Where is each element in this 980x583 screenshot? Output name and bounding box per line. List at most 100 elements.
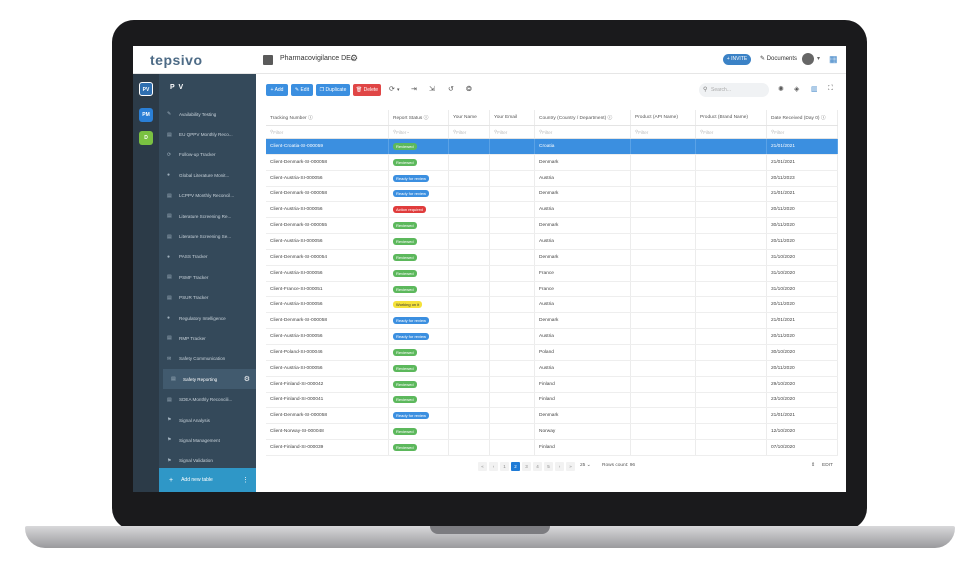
apps-grid-icon[interactable]: ▦ <box>829 54 838 65</box>
add-button[interactable]: + Add <box>266 84 288 96</box>
add-new-table-button[interactable]: + Add new table ⋮ <box>159 468 256 492</box>
columns-icon[interactable]: ▥ <box>811 85 818 93</box>
grid-filter-row: ⚲ Filter ⚲ Filter ⌄ ⚲ Filter ⚲ Filter ⚲ Filt… <box>266 126 838 139</box>
table-row[interactable]: Client-Denmark-SI-000058 Ready for review… <box>266 186 838 203</box>
sidebar-item[interactable]: ● Regulatory Intelligence <box>159 308 256 328</box>
tag-icon[interactable]: ◈ <box>794 85 799 93</box>
column-filter-input[interactable]: ⚲ Filter ⌄ <box>389 126 449 138</box>
page-4[interactable]: 4 <box>533 462 542 471</box>
table-row[interactable]: Client-Denmark-SI-000055 Reviewed Denmark 3… <box>266 218 838 235</box>
rail-item-pv[interactable]: PV <box>139 82 153 96</box>
settings-icon[interactable]: ✺ <box>778 85 784 93</box>
table-row[interactable]: Client-Austria-SI-000056 Ready for review… <box>266 170 838 187</box>
prev-page-icon[interactable]: ‹ <box>489 462 498 471</box>
delete-button[interactable]: 🗑 Delete <box>353 84 381 96</box>
sidebar-item[interactable]: ⚑ Signal Analysis <box>159 410 256 430</box>
sidebar-item[interactable]: ✎ Availability Testing <box>159 104 256 124</box>
sidebar-item[interactable]: ▤ PSMF Tracker <box>159 267 256 287</box>
table-row[interactable]: Client-Finland-SI-000039 Reviewed Finland 0… <box>266 440 838 456</box>
table-row[interactable]: Client-Austria-SI-000056 Ready for review… <box>266 329 838 345</box>
edit-button[interactable]: ✎ Edit <box>291 84 313 96</box>
history-icon[interactable]: ↺ <box>448 85 454 93</box>
page-3[interactable]: 3 <box>522 462 531 471</box>
page-1[interactable]: 1 <box>500 462 509 471</box>
column-filter-input[interactable]: ⚲ Filter <box>696 126 767 138</box>
first-page-icon[interactable]: « <box>478 462 487 471</box>
sidebar-item[interactable]: ▤ PSUR Tracker <box>159 288 256 308</box>
search-input[interactable]: ⚲ Search... <box>699 83 769 97</box>
table-row[interactable]: Client-Austria-SI-000056 Reviewed Austria 2… <box>266 234 838 250</box>
import-icon[interactable]: ⇥ <box>411 85 417 93</box>
column-header[interactable]: Your Name <box>449 110 490 125</box>
table-row[interactable]: Client-France-SI-000051 Reviewed France 31/… <box>266 281 838 298</box>
edit-link[interactable]: EDIT <box>822 463 833 468</box>
chevron-down-icon[interactable]: ⌄ <box>406 129 410 135</box>
product-api-cell <box>631 170 696 186</box>
column-filter-input[interactable]: ⚲ Filter <box>266 126 389 138</box>
table-row[interactable]: Client-Austria-SI-000056 Reviewed Austria 2… <box>266 360 838 377</box>
table-row[interactable]: Client-Denmark-SI-000058 Ready for review… <box>266 408 838 425</box>
sidebar-item[interactable]: ▤ Safety Reporting ⚙ <box>163 369 256 390</box>
your-email-cell <box>490 234 535 249</box>
rail-item-pm[interactable]: PM <box>139 108 153 122</box>
table-row[interactable]: Client-Austria-SI-000056 Working on it Aus… <box>266 297 838 314</box>
refresh-icon[interactable]: ⟳ <box>389 85 395 93</box>
sidebar-item[interactable]: ● PASS Tracker <box>159 247 256 267</box>
page-5[interactable]: 5 <box>544 462 553 471</box>
sidebar-item[interactable]: ● Global Literature Monit... <box>159 165 256 185</box>
gear-icon[interactable]: ⚙ <box>244 375 250 383</box>
sort-icon[interactable]: ⇕ <box>811 463 815 468</box>
column-header[interactable]: Your Email <box>490 110 535 125</box>
table-row[interactable]: Client-Norway-SI-000048 Reviewed Norway 12/… <box>266 424 838 441</box>
webhook-icon[interactable]: ❂ <box>466 85 472 93</box>
app-logo[interactable]: tepsivo <box>150 52 203 68</box>
last-page-icon[interactable]: » <box>566 462 575 471</box>
sidebar-item[interactable]: ▤ EU QPPV Monthly Reco... <box>159 124 256 144</box>
product-api-cell <box>631 249 696 265</box>
sidebar-item[interactable]: ▤ SDEA Monthly Reconcili... <box>159 389 256 409</box>
table-row[interactable]: Client-Denmark-SI-000058 Reviewed Denmark 2… <box>266 154 838 171</box>
fullscreen-icon[interactable]: ⛶ <box>828 85 833 93</box>
column-filter-input[interactable]: ⚲ Filter <box>449 126 490 138</box>
column-header[interactable]: Country (Country / Department) ⓘ <box>535 110 631 125</box>
page-size-select[interactable]: 25 ⌄ <box>580 463 591 468</box>
rail-item-d[interactable]: D <box>139 131 153 145</box>
column-filter-input[interactable]: ⚲ Filter <box>535 126 631 138</box>
sidebar-item[interactable]: ▤ Literature Screening Re... <box>159 206 256 226</box>
table-row[interactable]: Client-Denmark-SI-000054 Reviewed Denmark 3… <box>266 249 838 266</box>
documents-link[interactable]: ✎ Documents <box>760 55 797 62</box>
column-filter-input[interactable]: ⚲ Filter <box>767 126 838 138</box>
next-page-icon[interactable]: › <box>555 462 564 471</box>
chevron-down-icon[interactable]: ▾ <box>397 87 400 93</box>
table-row[interactable]: Client-Austria-SI-000056 Action required A… <box>266 202 838 219</box>
table-row[interactable]: Client-Austria-SI-000056 Reviewed France 31… <box>266 265 838 282</box>
workspace-title[interactable]: Pharmacovigilance DE.. <box>280 55 355 62</box>
table-row[interactable]: Client-Denmark-SI-000058 Ready for review… <box>266 313 838 330</box>
column-header[interactable]: Report Status ⓘ <box>389 110 449 125</box>
column-header[interactable]: Product (API Name) <box>631 110 696 125</box>
column-header[interactable]: Tracking Number ⓘ <box>266 110 389 125</box>
table-row[interactable]: Client-Finland-SI-000042 Reviewed Finland 2… <box>266 376 838 393</box>
column-header[interactable]: Product (Brand Name) <box>696 110 767 125</box>
report-status-cell: Reviewed <box>389 360 449 376</box>
sidebar-item[interactable]: ▤ RMP Tracker <box>159 328 256 348</box>
export-icon[interactable]: ⇲ <box>429 85 435 93</box>
invite-button[interactable]: + INVITE <box>723 54 751 65</box>
table-row[interactable]: Client-Poland-SI-000046 Reviewed Poland 30/… <box>266 344 838 361</box>
column-header[interactable]: Date Received (Day 0) ⓘ <box>767 110 838 125</box>
sidebar-item[interactable]: ▤ LCPPV Monthly Reconcil... <box>159 186 256 206</box>
user-avatar[interactable] <box>802 53 814 65</box>
duplicate-button[interactable]: ❐ Duplicate <box>316 84 350 96</box>
sidebar-item[interactable]: ⚑ Signal Management <box>159 430 256 450</box>
workspace-gear-icon[interactable]: ⚙ <box>350 53 358 64</box>
sidebar-item[interactable]: ▤ Literature Screening Se... <box>159 226 256 246</box>
table-row[interactable]: Client-Croatia-SI-000059 Reviewed Croatia 2… <box>266 139 838 155</box>
table-row[interactable]: Client-Finland-SI-000041 Reviewed Finland 2… <box>266 392 838 409</box>
sidebar-item[interactable]: ✉ Safety Communication <box>159 349 256 369</box>
sidebar-item[interactable]: ⟳ Follow-up Tracker <box>159 145 256 165</box>
column-filter-input[interactable]: ⚲ Filter <box>631 126 696 138</box>
more-vertical-icon[interactable]: ⋮ <box>242 476 249 484</box>
page-2[interactable]: 2 <box>511 462 520 471</box>
chevron-down-icon[interactable]: ▾ <box>817 55 820 62</box>
column-filter-input[interactable]: ⚲ Filter <box>490 126 535 138</box>
